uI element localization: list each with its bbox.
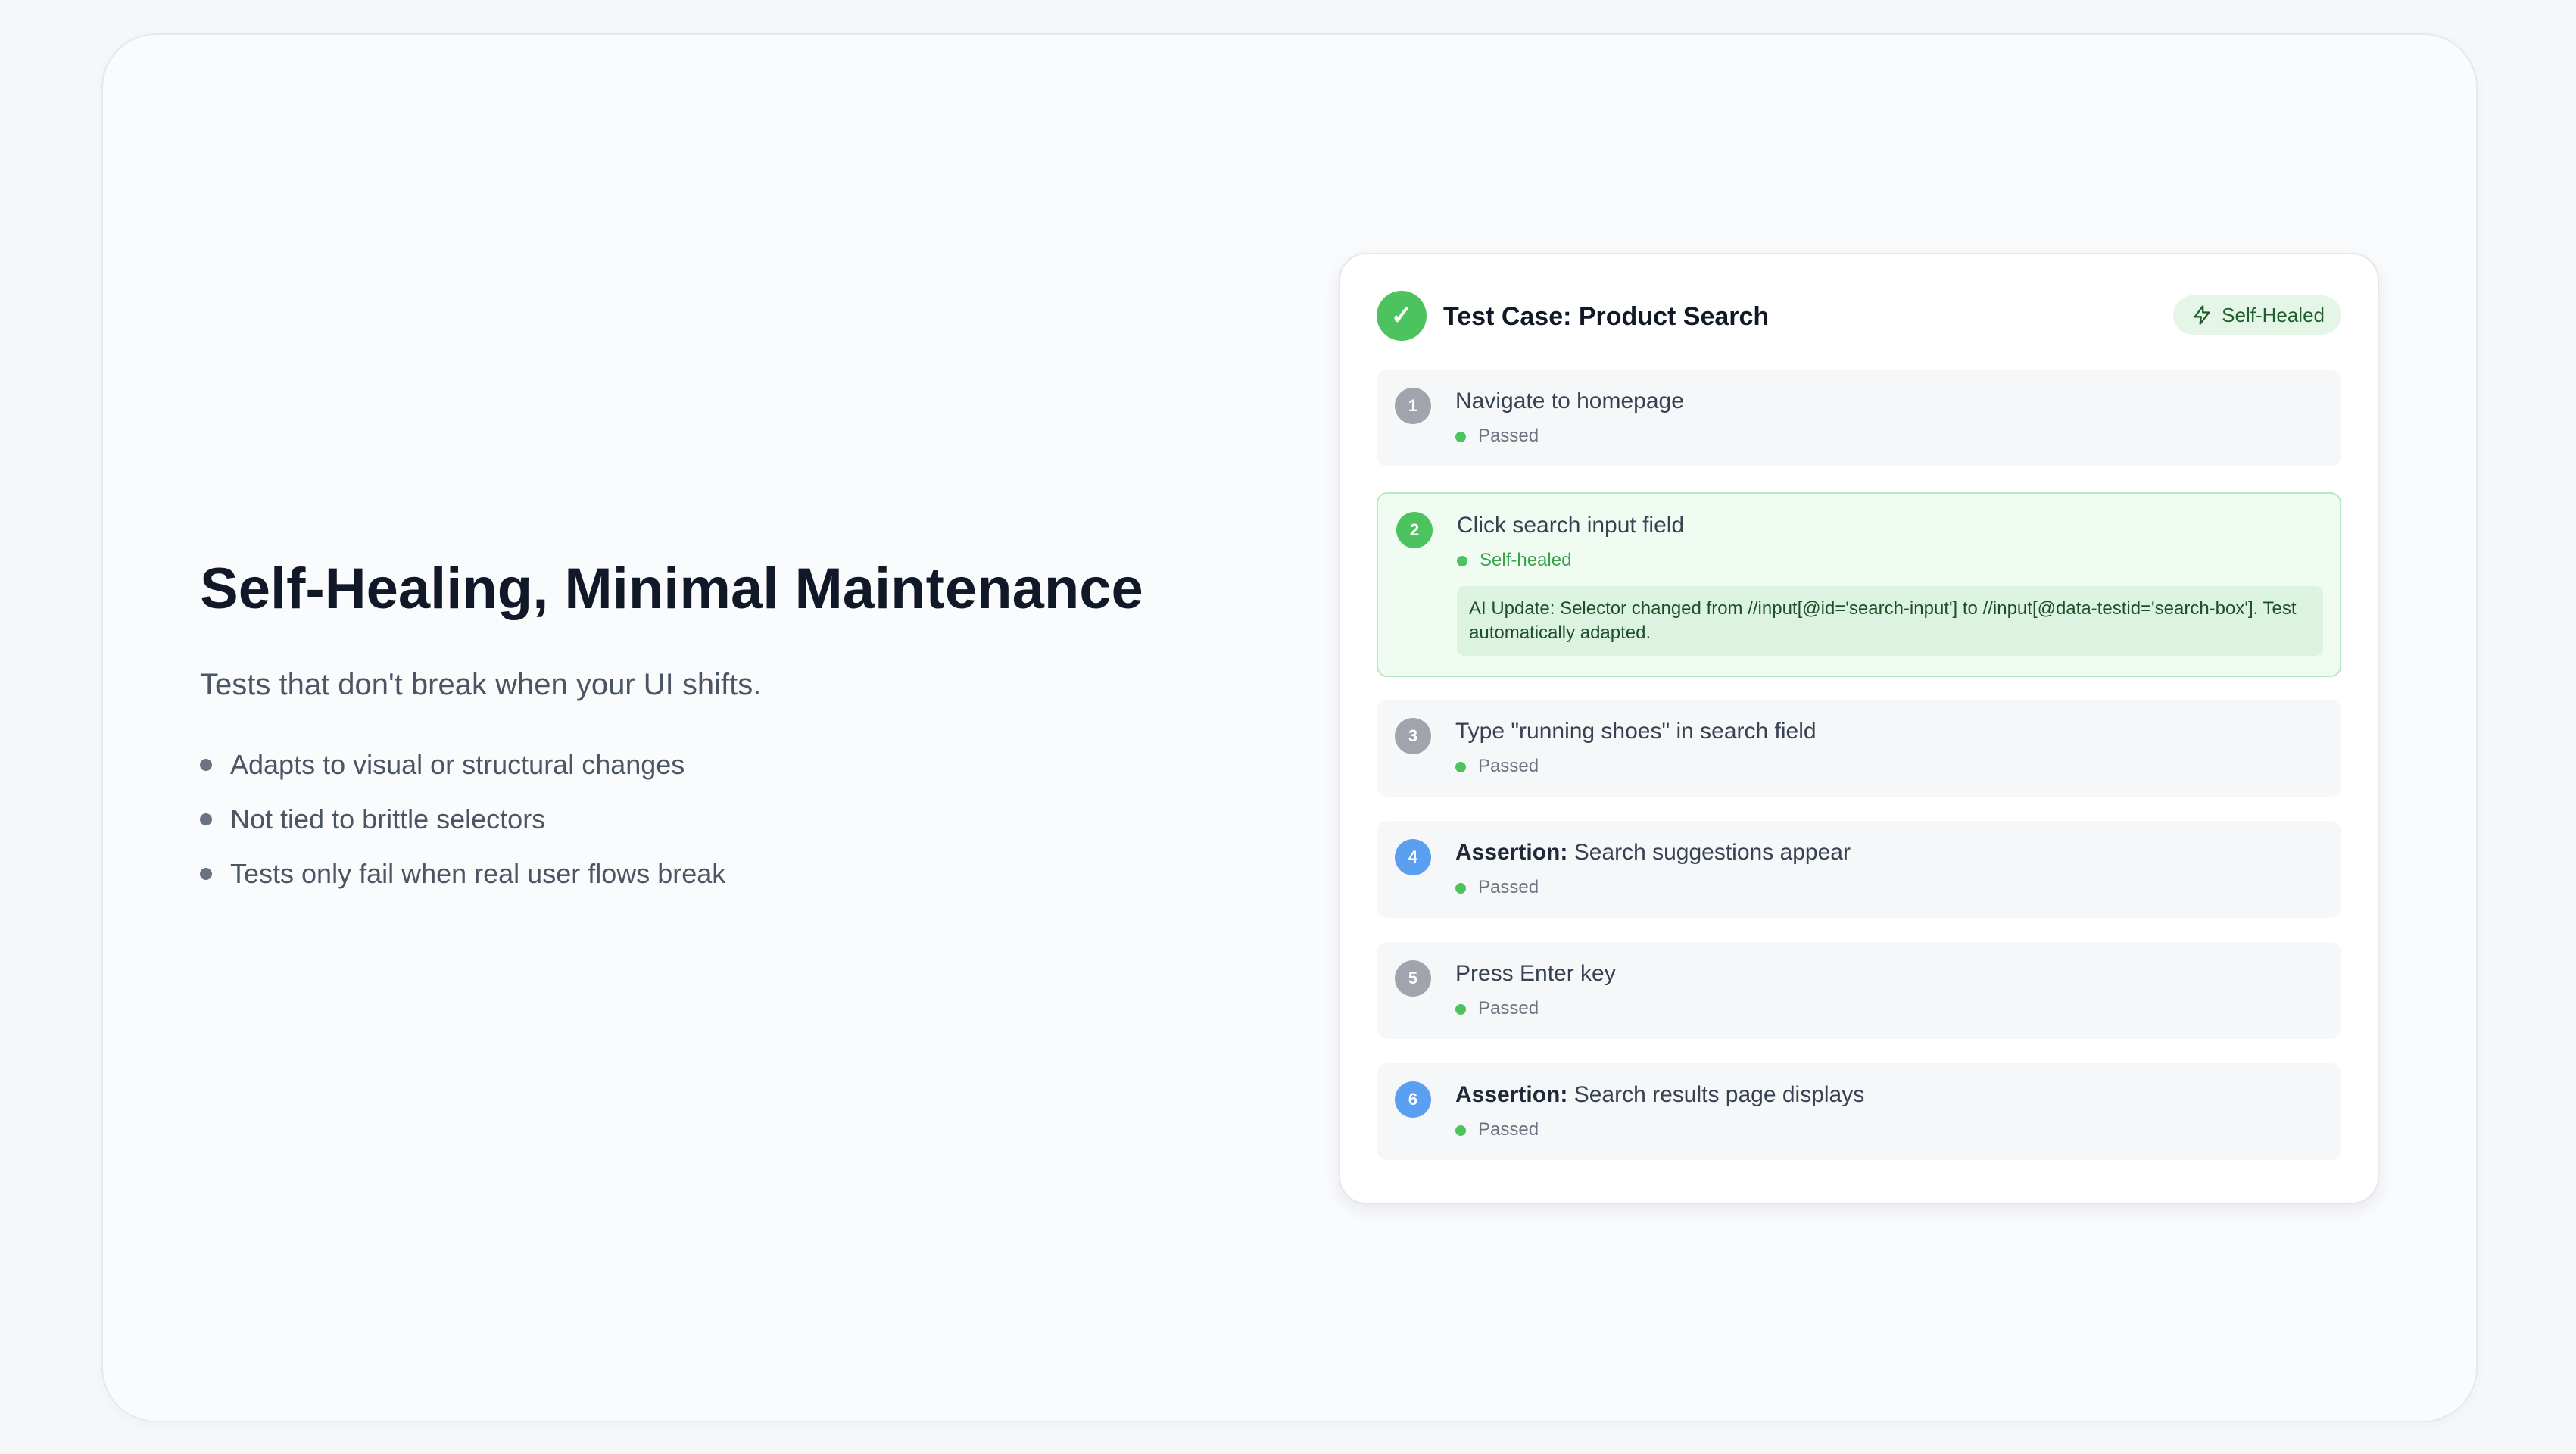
bullet-dot-icon: [200, 759, 212, 771]
status-dot-icon: [1455, 762, 1466, 772]
feature-item: Tests only fail when real user flows bre…: [200, 847, 1260, 901]
step-number: 2: [1396, 512, 1433, 548]
status-dot-icon: [1455, 883, 1466, 894]
step-label: Assertion: Search results page displays: [1455, 1082, 1865, 1107]
step-label: Type "running shoes" in search field: [1455, 719, 1817, 744]
step-number: 1: [1395, 388, 1431, 424]
step-label: Press Enter key: [1455, 961, 1616, 986]
self-healed-badge: Self-Healed: [2173, 295, 2341, 335]
step-status: Passed: [1455, 1118, 1539, 1142]
step-status: Passed: [1455, 875, 1539, 900]
test-step-assertion[interactable]: 4 Assertion: Search suggestions appear P…: [1377, 821, 2341, 918]
feature-text: Adapts to visual or structural changes: [230, 749, 685, 780]
step-number: 4: [1395, 839, 1431, 875]
status-dot-icon: [1455, 432, 1466, 442]
step-label: Click search input field: [1457, 513, 1685, 538]
feature-list: Adapts to visual or structural changes N…: [200, 738, 1260, 901]
check-icon: ✓: [1377, 291, 1427, 341]
step-number: 6: [1395, 1081, 1431, 1118]
test-step-assertion[interactable]: 6 Assertion: Search results page display…: [1377, 1063, 2341, 1160]
step-status: Passed: [1455, 754, 1539, 778]
feature-text: Not tied to brittle selectors: [230, 803, 546, 835]
step-status: Passed: [1455, 424, 1539, 448]
test-step-self-healed[interactable]: 2 Click search input field Self-healed A…: [1377, 492, 2341, 677]
test-step[interactable]: 3 Type "running shoes" in search field P…: [1377, 700, 2341, 797]
headline: Self-Healing, Minimal Maintenance: [200, 557, 1143, 621]
assertion-prefix: Assertion:: [1455, 1082, 1568, 1107]
badge-label: Self-Healed: [2222, 304, 2325, 326]
status-dot-icon: [1455, 1004, 1466, 1015]
test-case-card: ✓ Test Case: Product Search Self-Healed …: [1339, 253, 2379, 1204]
step-number: 3: [1395, 718, 1431, 754]
feature-item: Not tied to brittle selectors: [200, 792, 1260, 847]
card-header: ✓ Test Case: Product Search Self-Healed: [1377, 291, 2341, 342]
bullet-dot-icon: [200, 868, 212, 880]
step-number: 5: [1395, 960, 1431, 997]
step-label: Assertion: Search suggestions appear: [1455, 840, 1851, 865]
status-dot-icon: [1457, 556, 1467, 566]
lightning-icon: [2194, 305, 2210, 325]
feature-item: Adapts to visual or structural changes: [200, 738, 1260, 792]
hero-section: Self-Healing, Minimal Maintenance Tests …: [200, 553, 1260, 901]
step-label: Navigate to homepage: [1455, 388, 1684, 413]
status-dot-icon: [1455, 1125, 1466, 1136]
test-step[interactable]: 1 Navigate to homepage Passed: [1377, 370, 2341, 466]
assertion-prefix: Assertion:: [1455, 840, 1568, 865]
feature-text: Tests only fail when real user flows bre…: [230, 858, 726, 889]
ai-update-note: AI Update: Selector changed from //input…: [1457, 586, 2323, 656]
test-case-title: Test Case: Product Search: [1443, 302, 1770, 331]
bullet-dot-icon: [200, 813, 212, 825]
subtitle: Tests that don't break when your UI shif…: [200, 668, 762, 701]
step-status: Passed: [1455, 997, 1539, 1021]
step-status: Self-healed: [1457, 548, 1571, 573]
test-step[interactable]: 5 Press Enter key Passed: [1377, 942, 2341, 1039]
